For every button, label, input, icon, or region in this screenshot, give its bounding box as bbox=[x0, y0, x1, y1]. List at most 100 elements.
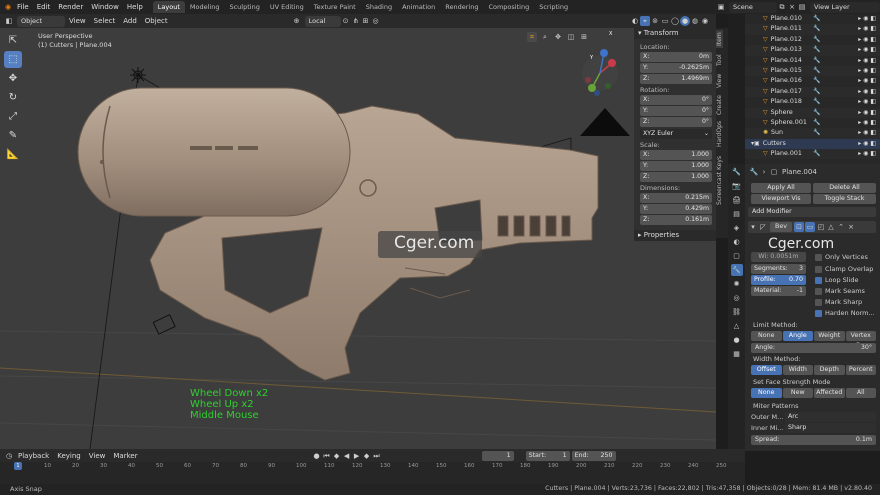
tab-animation[interactable]: Animation bbox=[397, 1, 440, 13]
jump-end-icon[interactable]: ⏭ bbox=[372, 451, 382, 461]
close-icon[interactable]: × bbox=[787, 2, 797, 12]
play-icon[interactable]: ▶ bbox=[352, 451, 362, 461]
annotate-tool-icon[interactable]: ✎ bbox=[4, 127, 22, 144]
timeline-editor-icon[interactable]: ◷ bbox=[4, 451, 14, 461]
prev-key-icon[interactable]: ◆ bbox=[332, 451, 342, 461]
3d-viewport[interactable]: User Perspective (1) Cutters | Plane.004… bbox=[0, 28, 716, 449]
tab-layout[interactable]: Layout bbox=[152, 1, 185, 13]
menu-edit[interactable]: Edit bbox=[33, 3, 55, 11]
tab-texture-paint[interactable]: Texture Paint bbox=[309, 1, 361, 13]
camera-icon[interactable]: ⊡ bbox=[794, 222, 804, 232]
menu-add[interactable]: Add bbox=[119, 17, 141, 25]
menu-keying[interactable]: Keying bbox=[53, 452, 85, 460]
outliner-row[interactable]: ▽ Plane.010 🔧 ▸ ◉ ◧ bbox=[745, 14, 880, 24]
mode-selector[interactable]: Object Mode bbox=[17, 15, 65, 36]
apply-all-button[interactable]: Apply All bbox=[751, 183, 811, 193]
modifier-props-icon[interactable]: 🔧 bbox=[730, 264, 743, 276]
tab-create[interactable]: Create bbox=[716, 93, 723, 117]
tab-item[interactable]: Item bbox=[716, 30, 723, 48]
constraints-props-icon[interactable]: ⛓ bbox=[731, 306, 743, 318]
editor-type-icon[interactable]: ◧ bbox=[4, 16, 14, 26]
rotation-mode-select[interactable]: XYZ Euler ⌄ bbox=[640, 129, 712, 139]
camera-view-icon[interactable]: ◫ bbox=[566, 32, 576, 42]
tab-compositing[interactable]: Compositing bbox=[483, 1, 534, 13]
clamp-overlap-checkbox[interactable]: Clamp Overlap bbox=[815, 265, 873, 273]
snap-target-icon[interactable]: ⊞ bbox=[361, 16, 371, 26]
scale-z-field[interactable]: Z: 1.000 bbox=[640, 172, 712, 182]
proportional-icon[interactable]: ◎ bbox=[371, 16, 381, 26]
zoom-icon[interactable]: ⌕ bbox=[540, 32, 550, 42]
visibility-toggle-icon[interactable]: ▸ ◉ ◧ bbox=[858, 139, 876, 149]
tab-rendering[interactable]: Rendering bbox=[440, 1, 483, 13]
location-x-field[interactable]: X: 0m bbox=[640, 52, 712, 62]
visibility-toggle-icon[interactable]: ▸ ◉ ◧ bbox=[858, 118, 876, 128]
add-modifier-dropdown[interactable]: Add Modifier bbox=[748, 207, 876, 217]
display-icon[interactable]: ▭ bbox=[805, 222, 815, 232]
dimensions-y-field[interactable]: Y: 0.429m bbox=[640, 204, 712, 214]
material-props-icon[interactable]: ● bbox=[731, 334, 743, 346]
outliner-row[interactable]: ▽ Plane.018 🔧 ▸ ◉ ◧ bbox=[745, 97, 880, 107]
vertical-divider[interactable] bbox=[728, 14, 745, 164]
visibility-toggle-icon[interactable]: ▸ ◉ ◧ bbox=[858, 66, 876, 76]
tab-tool[interactable]: Tool bbox=[716, 51, 723, 69]
output-props-icon[interactable]: 🖨 bbox=[731, 194, 743, 206]
loop-slide-checkbox[interactable]: Loop Slide bbox=[815, 276, 859, 284]
jump-start-icon[interactable]: ⏮ bbox=[322, 451, 332, 461]
visibility-toggle-icon[interactable]: ▸ ◉ ◧ bbox=[858, 35, 876, 45]
end-frame-field[interactable]: End: 250 bbox=[571, 450, 616, 461]
limit-weight-button[interactable]: Weight bbox=[814, 331, 845, 341]
data-props-icon[interactable]: △ bbox=[731, 320, 743, 332]
outliner-row[interactable]: ▽ Plane.013 🔧 ▸ ◉ ◧ bbox=[745, 45, 880, 56]
tab-shading[interactable]: Shading bbox=[361, 1, 397, 13]
physics-props-icon[interactable]: ◎ bbox=[731, 292, 743, 304]
outliner-row[interactable]: ▽ Sphere 🔧 ▸ ◉ ◧ bbox=[745, 107, 880, 118]
next-key-icon[interactable]: ◆ bbox=[362, 451, 372, 461]
material-field[interactable]: Material: -1 bbox=[751, 286, 806, 296]
tab-screencast-keys[interactable]: Screencast Keys bbox=[716, 151, 723, 211]
gizmo-y-label[interactable]: Y bbox=[590, 55, 593, 61]
visibility-toggle-icon[interactable]: ▸ ◉ ◧ bbox=[858, 149, 876, 159]
segments-field[interactable]: Segments: 3 bbox=[751, 264, 806, 274]
menu-help[interactable]: Help bbox=[123, 3, 147, 11]
harden-normals-checkbox[interactable]: Harden Norm... bbox=[815, 309, 875, 317]
menu-timeline-view[interactable]: View bbox=[85, 452, 110, 460]
rotation-z-field[interactable]: Z: 0° bbox=[640, 117, 712, 127]
move-up-icon[interactable]: ⌃ bbox=[836, 222, 846, 232]
tab-hardops[interactable]: HardOps bbox=[716, 120, 723, 148]
play-reverse-icon[interactable]: ◀ bbox=[342, 451, 352, 461]
expand-icon[interactable]: ▾ bbox=[748, 222, 758, 232]
pin-icon[interactable]: › bbox=[759, 167, 769, 177]
tool-props-icon[interactable]: 🔧 bbox=[731, 166, 743, 178]
gizmo-x-label[interactable]: X bbox=[609, 31, 612, 37]
world-props-icon[interactable]: ◐ bbox=[731, 236, 743, 248]
width-field[interactable]: Wi: 0.0051m bbox=[751, 252, 806, 262]
menu-render[interactable]: Render bbox=[54, 3, 87, 11]
menu-marker[interactable]: Marker bbox=[109, 452, 141, 460]
outliner-row[interactable]: ✺ Sun 🔧 ▸ ◉ ◧ bbox=[745, 128, 880, 139]
dimensions-x-field[interactable]: X: 0.215m bbox=[640, 193, 712, 203]
texture-props-icon[interactable]: ▦ bbox=[731, 348, 743, 360]
visibility-toggle-icon[interactable]: ▸ ◉ ◧ bbox=[858, 56, 876, 66]
visibility-icon[interactable]: ◐ bbox=[630, 16, 640, 26]
close-icon[interactable]: × bbox=[846, 222, 856, 232]
scale-x-field[interactable]: X: 1.000 bbox=[640, 150, 712, 160]
rotate-tool-icon[interactable]: ↻ bbox=[4, 89, 22, 106]
menu-playback[interactable]: Playback bbox=[14, 452, 53, 460]
menu-file[interactable]: File bbox=[13, 3, 33, 11]
material-shading-icon[interactable]: ◍ bbox=[690, 16, 700, 26]
visibility-toggle-icon[interactable]: ▸ ◉ ◧ bbox=[858, 45, 876, 55]
tab-view[interactable]: View bbox=[716, 72, 723, 90]
visibility-toggle-icon[interactable]: ▸ ◉ ◧ bbox=[858, 87, 876, 97]
transform-header[interactable]: ▾ Transform bbox=[634, 28, 716, 39]
profile-field[interactable]: Profile: 0.70 bbox=[751, 275, 806, 285]
outliner-row[interactable]: ▽ Plane.014 🔧 ▸ ◉ ◧ bbox=[745, 56, 880, 66]
face-new-button[interactable]: New bbox=[782, 388, 813, 398]
pan-icon[interactable]: ✥ bbox=[553, 32, 563, 42]
inner-miter-select[interactable]: Sharp bbox=[785, 423, 876, 433]
editmode-icon[interactable]: ◰ bbox=[816, 222, 826, 232]
mark-sharp-checkbox[interactable]: Mark Sharp bbox=[815, 298, 862, 306]
outer-miter-select[interactable]: Arc bbox=[785, 412, 876, 422]
scale-tool-icon[interactable]: ⤢ bbox=[4, 108, 22, 125]
render-props-icon[interactable]: 📷 bbox=[731, 180, 743, 192]
measure-tool-icon[interactable]: 📐 bbox=[4, 146, 22, 163]
